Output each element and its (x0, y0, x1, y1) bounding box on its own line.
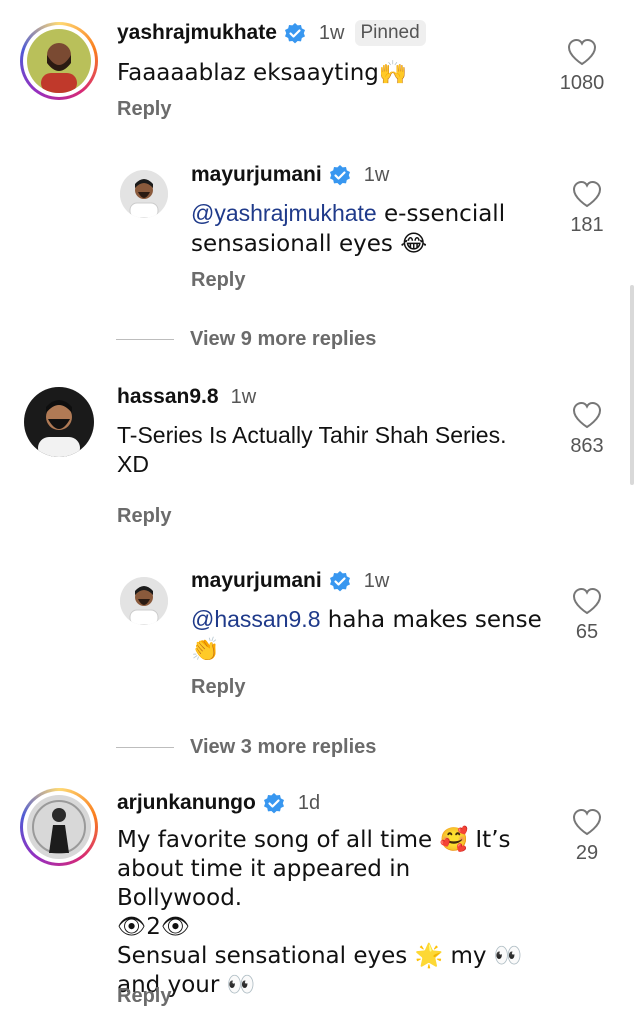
comment-text: @hassan9.8 haha makes sense 👏 (191, 606, 542, 663)
view-more-replies[interactable]: View 3 more replies (116, 736, 376, 759)
divider (116, 747, 174, 748)
timestamp: 1w (363, 569, 390, 592)
divider (116, 339, 174, 340)
username[interactable]: mayurjumani (191, 569, 322, 593)
reply-button[interactable]: Reply (117, 98, 171, 121)
pinned-badge: Pinned (354, 20, 426, 46)
comment-text: T-Series Is Actually Tahir Shah Series. … (117, 422, 507, 477)
view-more-label[interactable]: View 9 more replies (190, 328, 376, 351)
view-more-replies[interactable]: View 9 more replies (116, 328, 376, 351)
verified-badge-icon (329, 165, 350, 186)
like-count: 29 (575, 842, 599, 864)
like-button[interactable]: 181 (547, 180, 627, 237)
reply-button[interactable]: Reply (191, 269, 245, 292)
like-count: 863 (570, 435, 604, 457)
heart-outline-icon (572, 808, 602, 836)
username[interactable]: yashrajmukhate (117, 21, 277, 45)
verified-badge-icon (263, 793, 284, 814)
like-button[interactable]: 1080 (542, 38, 622, 95)
username[interactable]: hassan9.8 (117, 385, 219, 409)
timestamp: 1w (318, 21, 345, 44)
reply-button[interactable]: Reply (117, 985, 171, 1008)
reply-button[interactable]: Reply (117, 505, 171, 528)
like-button[interactable]: 65 (547, 587, 627, 644)
verified-badge-icon (329, 571, 350, 592)
comment-text: My favorite song of all time 🥰 It’s abou… (117, 826, 537, 1000)
heart-outline-icon (572, 587, 602, 615)
avatar-story-ring[interactable] (20, 22, 98, 100)
username[interactable]: mayurjumani (191, 163, 322, 187)
heart-outline-icon (572, 180, 602, 208)
username[interactable]: arjunkanungo (117, 791, 256, 815)
avatar (27, 795, 91, 859)
like-count: 1080 (559, 72, 605, 94)
verified-badge-icon (284, 23, 305, 44)
heart-outline-icon (567, 38, 597, 66)
view-more-label[interactable]: View 3 more replies (190, 736, 376, 759)
like-count: 65 (575, 621, 599, 643)
scrollbar[interactable] (630, 285, 634, 485)
comment-line: My favorite song of all time 🥰 It’s (117, 827, 511, 853)
avatar[interactable] (24, 387, 94, 457)
avatar[interactable] (120, 170, 168, 218)
avatar[interactable] (120, 577, 168, 625)
mention-link[interactable]: @yashrajmukhate (191, 200, 377, 226)
like-count: 181 (570, 214, 604, 236)
comment-line: about time it appeared in Bollywood. (117, 856, 411, 911)
avatar (27, 29, 91, 93)
avatar-story-ring[interactable] (20, 788, 98, 866)
comment-line: and your 👀 (117, 972, 256, 998)
comment-text: Faaaaablaz eksaayting🙌 (117, 60, 408, 86)
like-button[interactable]: 29 (547, 808, 627, 865)
like-button[interactable]: 863 (547, 401, 627, 458)
comment-line: 👁2👁 (117, 914, 191, 940)
timestamp: 1w (363, 163, 390, 186)
heart-outline-icon (572, 401, 602, 429)
timestamp: 1w (230, 385, 257, 408)
mention-link[interactable]: @hassan9.8 (191, 606, 321, 632)
reply-button[interactable]: Reply (191, 676, 245, 699)
comment-line: Sensual sensational eyes 🌟 my 👀 (117, 943, 523, 969)
timestamp: 1d (297, 791, 321, 814)
comment-text: @yashrajmukhate e-ssenciall sensasionall… (191, 200, 506, 257)
